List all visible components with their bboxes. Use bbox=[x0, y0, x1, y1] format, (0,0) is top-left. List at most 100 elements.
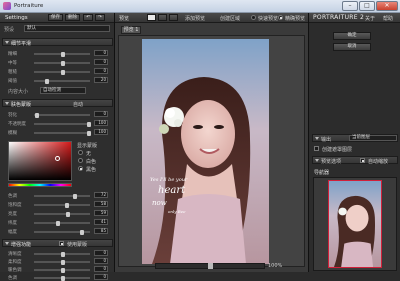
slider-track[interactable] bbox=[34, 260, 90, 265]
slider-value[interactable]: 0 bbox=[94, 59, 108, 65]
overlay-text: now bbox=[152, 199, 167, 207]
single-view-button[interactable] bbox=[147, 14, 156, 21]
slider-knob[interactable] bbox=[56, 221, 60, 226]
create-mask-checkbox[interactable] bbox=[314, 146, 319, 151]
split-vertical-button[interactable] bbox=[158, 14, 167, 21]
cancel-button[interactable]: 取消 bbox=[333, 43, 371, 51]
color-picker-marker[interactable] bbox=[55, 156, 60, 161]
slider-track[interactable] bbox=[34, 194, 90, 199]
slider-row: 色调 72 bbox=[4, 192, 112, 199]
slider-value[interactable]: 72 bbox=[94, 192, 108, 198]
slider-value[interactable]: 59 bbox=[94, 210, 108, 216]
slider-value[interactable]: 20 bbox=[94, 77, 108, 83]
preview-options-header[interactable]: 预览选项 自动缩放 bbox=[312, 156, 398, 165]
maximize-button[interactable]: □ bbox=[359, 1, 375, 11]
radio-label: 白色 bbox=[86, 159, 97, 165]
slider-knob[interactable] bbox=[65, 203, 69, 208]
slider-value[interactable]: 0 bbox=[94, 111, 108, 117]
quick-preview-label: 快速预览 bbox=[258, 16, 279, 22]
slider-value[interactable]: 0 bbox=[94, 274, 108, 280]
delete-button[interactable]: 删除 bbox=[65, 14, 80, 21]
slider-knob[interactable] bbox=[80, 230, 84, 235]
help-link[interactable]: 帮助 bbox=[383, 15, 393, 22]
auto-mask-label[interactable]: 自动 bbox=[73, 101, 83, 108]
slider-knob[interactable] bbox=[73, 194, 77, 199]
slider-knob[interactable] bbox=[61, 260, 65, 265]
navigator-label: 导航器 bbox=[314, 170, 330, 176]
slider-track[interactable] bbox=[34, 268, 90, 273]
slider-value[interactable]: 0 bbox=[94, 258, 108, 264]
use-mask-checkbox[interactable] bbox=[59, 241, 64, 246]
enhance-header[interactable]: 增强功能 使用蒙版 bbox=[2, 239, 113, 248]
slider-row: 中等 0 bbox=[4, 59, 112, 66]
color-picker-field[interactable] bbox=[8, 141, 72, 181]
portrait-photo bbox=[152, 77, 251, 264]
zoom-slider-knob[interactable] bbox=[208, 263, 213, 269]
detail-header[interactable]: 细节平滑 bbox=[2, 38, 113, 47]
slider-knob[interactable] bbox=[61, 276, 65, 281]
close-button[interactable]: ✕ bbox=[376, 1, 398, 11]
output-header[interactable]: 输出 当前图层 bbox=[312, 134, 398, 143]
add-preview-link[interactable]: 添加预览 bbox=[185, 15, 205, 22]
ok-button[interactable]: 确定 bbox=[333, 32, 371, 40]
slider-knob[interactable] bbox=[61, 70, 65, 75]
save-button[interactable]: 保存 bbox=[48, 14, 63, 21]
slider-track[interactable] bbox=[34, 79, 90, 84]
slider-value[interactable]: 100 bbox=[94, 120, 108, 126]
about-link[interactable]: 关于 bbox=[365, 15, 375, 22]
slider-knob[interactable] bbox=[87, 131, 91, 136]
slider-label: 羽化 bbox=[8, 113, 17, 118]
slider-knob[interactable] bbox=[66, 212, 70, 217]
slider-knob[interactable] bbox=[35, 113, 39, 118]
skin-mask-title: 肤色蒙版 bbox=[11, 102, 32, 108]
slider-knob[interactable] bbox=[87, 122, 91, 127]
radio-none[interactable] bbox=[78, 150, 83, 155]
slider-value[interactable]: 0 bbox=[94, 266, 108, 272]
slider-track[interactable] bbox=[34, 221, 90, 226]
split-horizontal-button[interactable] bbox=[169, 14, 178, 21]
slider-value[interactable]: 100 bbox=[94, 129, 108, 135]
auto-zoom-checkbox[interactable] bbox=[360, 158, 365, 163]
slider-track[interactable] bbox=[34, 131, 91, 136]
zoom-slider[interactable] bbox=[155, 263, 265, 269]
slider-track[interactable] bbox=[34, 203, 90, 208]
slider-label: 色调 bbox=[8, 194, 17, 199]
quick-preview-radio[interactable] bbox=[251, 15, 256, 20]
radio-white[interactable] bbox=[78, 158, 83, 163]
slider-knob[interactable] bbox=[45, 79, 49, 84]
slider-track[interactable] bbox=[34, 52, 90, 57]
preview-tab[interactable]: 预览 1 bbox=[121, 26, 141, 34]
undo-button[interactable]: ↶ bbox=[83, 14, 93, 21]
slider-track[interactable] bbox=[34, 113, 90, 118]
preview-image[interactable]: Yes I'll be your heart now only Bee bbox=[142, 39, 269, 264]
skin-mask-header[interactable]: 肤色蒙版 自动 bbox=[2, 99, 113, 108]
slider-value[interactable]: 85 bbox=[94, 228, 108, 234]
slider-label: 纬度 bbox=[8, 221, 17, 226]
preset-dropdown[interactable]: 默认 bbox=[24, 25, 110, 32]
slider-knob[interactable] bbox=[61, 61, 65, 66]
slider-track[interactable] bbox=[34, 122, 91, 127]
fine-preview-radio[interactable] bbox=[278, 15, 283, 20]
slider-track[interactable] bbox=[34, 276, 90, 281]
slider-knob[interactable] bbox=[61, 252, 65, 257]
redo-button[interactable]: ↷ bbox=[95, 14, 105, 21]
radio-black[interactable] bbox=[78, 166, 83, 171]
slider-value[interactable]: 0 bbox=[94, 250, 108, 256]
create-region-link[interactable]: 创建区域 bbox=[220, 15, 240, 22]
slider-value[interactable]: 0 bbox=[94, 50, 108, 56]
slider-value[interactable]: 58 bbox=[94, 201, 108, 207]
slider-knob[interactable] bbox=[61, 52, 65, 57]
feature-size-dropdown[interactable]: 自动检测 bbox=[40, 87, 86, 94]
slider-value[interactable]: 41 bbox=[94, 219, 108, 225]
hue-slider[interactable] bbox=[8, 183, 72, 187]
slider-track[interactable] bbox=[34, 212, 90, 217]
slider-track[interactable] bbox=[34, 230, 90, 235]
slider-knob[interactable] bbox=[61, 268, 65, 273]
minimize-button[interactable]: – bbox=[342, 1, 358, 11]
output-dropdown[interactable]: 当前图层 bbox=[349, 135, 397, 141]
slider-track[interactable] bbox=[34, 252, 90, 257]
slider-track[interactable] bbox=[34, 61, 90, 66]
slider-track[interactable] bbox=[34, 70, 90, 75]
slider-value[interactable]: 0 bbox=[94, 68, 108, 74]
navigator-thumbnail[interactable] bbox=[328, 180, 382, 268]
